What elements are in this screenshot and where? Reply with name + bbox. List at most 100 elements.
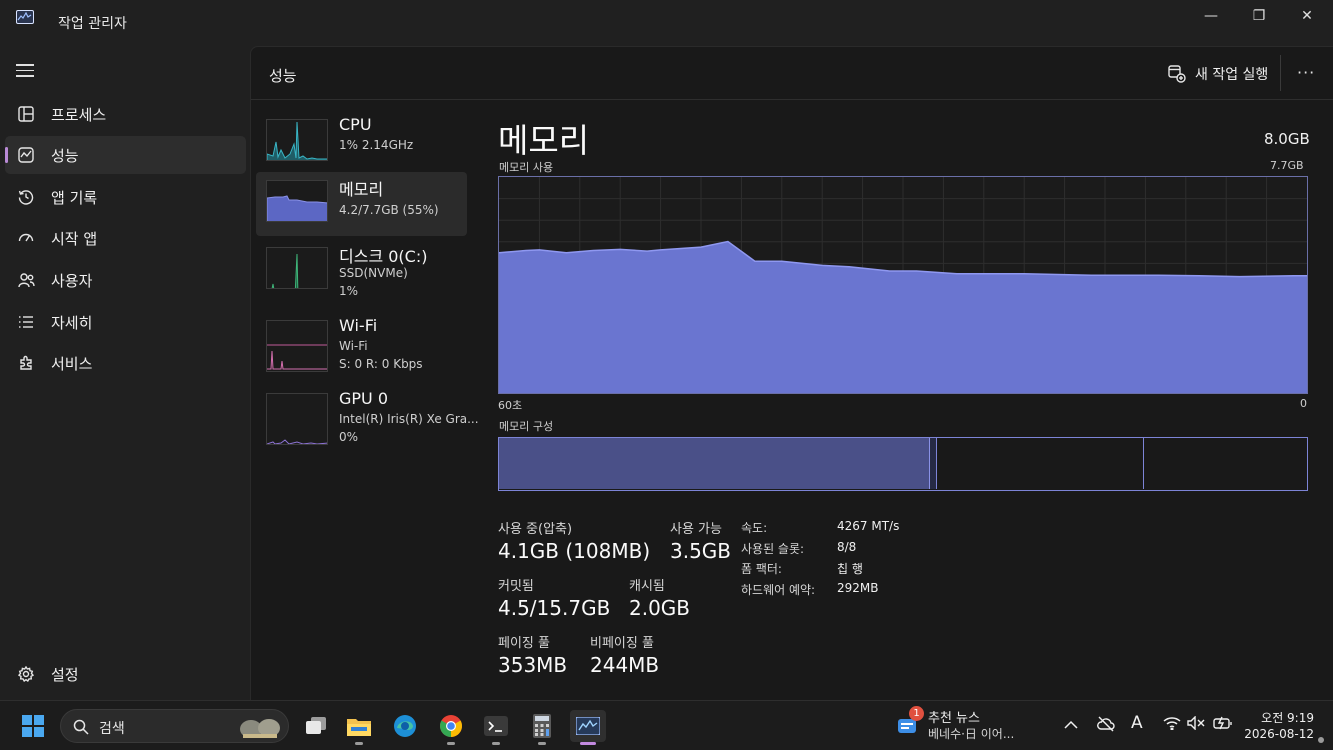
nav-item-services[interactable]: 서비스 bbox=[5, 344, 246, 382]
nav-item-performance[interactable]: 성능 bbox=[5, 136, 246, 174]
x-axis-right-label: 0 bbox=[1300, 397, 1307, 410]
title-bar: 작업 관리자 — ❐ ✕ bbox=[0, 0, 1333, 46]
minimize-button[interactable]: — bbox=[1188, 0, 1234, 32]
taskbar-chrome[interactable] bbox=[435, 710, 467, 745]
gear-icon bbox=[17, 665, 35, 683]
nav-item-processes[interactable]: 프로세스 bbox=[5, 95, 246, 133]
more-options-icon[interactable]: ··· bbox=[1297, 63, 1315, 82]
wifi-icon[interactable] bbox=[1163, 716, 1181, 734]
nav-item-settings[interactable]: 설정 bbox=[5, 656, 246, 692]
memory-usage-max: 7.7GB bbox=[1270, 159, 1304, 172]
taskbar-edge[interactable] bbox=[389, 710, 421, 742]
device-sub-disk-1: SSD(NVMe) bbox=[339, 266, 408, 280]
maximize-button[interactable]: ❐ bbox=[1236, 0, 1282, 32]
nav-label-performance: 성능 bbox=[51, 146, 79, 165]
notification-dot bbox=[1318, 737, 1324, 743]
in-use-value: 4.1GB (108MB) bbox=[498, 539, 651, 563]
task-manager-icon bbox=[576, 717, 600, 735]
news-badge: 1 bbox=[909, 706, 924, 721]
hamburger-menu-icon[interactable] bbox=[16, 64, 34, 78]
hardware-reserved-value: 292MB bbox=[837, 581, 879, 595]
run-new-task-button[interactable]: 새 작업 실행 bbox=[1168, 63, 1268, 85]
available-value: 3.5GB bbox=[670, 539, 732, 563]
committed-label: 커밋됨 bbox=[498, 579, 534, 594]
news-title[interactable]: 추천 뉴스 bbox=[928, 707, 980, 726]
clock-date[interactable]: 2026-08-12 bbox=[1240, 727, 1314, 741]
taskbar-calculator[interactable] bbox=[526, 710, 558, 745]
device-item-cpu[interactable]: CPU 1% 2.14GHz bbox=[256, 111, 467, 175]
device-item-wifi[interactable]: Wi-Fi Wi-Fi S: 0 R: 0 Kbps bbox=[256, 312, 467, 376]
window-title: 작업 관리자 bbox=[58, 16, 127, 32]
cached-value: 2.0GB bbox=[629, 596, 691, 620]
chrome-browser-icon bbox=[440, 715, 462, 737]
details-list-icon bbox=[17, 313, 35, 331]
nav-label-details: 자세히 bbox=[51, 313, 93, 332]
taskbar-file-explorer[interactable] bbox=[343, 710, 375, 745]
services-puzzle-icon bbox=[17, 354, 35, 372]
nonpaged-pool-value: 244MB bbox=[590, 653, 660, 677]
navigation-pane: 프로세스 성능 앱 기록 시작 앱 사용자 자세히 서비스 설정 bbox=[0, 46, 250, 700]
nav-label-settings: 설정 bbox=[51, 665, 79, 684]
calculator-icon bbox=[533, 714, 551, 738]
nonpaged-pool-label: 비페이징 풀 bbox=[590, 636, 654, 651]
memory-usage-graph bbox=[498, 176, 1308, 394]
news-subtitle[interactable]: 베네수·日 이어... bbox=[928, 725, 1014, 742]
memory-composition-label: 메모리 구성 bbox=[499, 420, 554, 433]
device-name-wifi: Wi-Fi bbox=[339, 316, 378, 335]
speed-key: 속도: bbox=[741, 521, 768, 535]
performance-chart-icon bbox=[17, 146, 35, 164]
ime-indicator[interactable]: A bbox=[1131, 713, 1143, 733]
nav-item-app-history[interactable]: 앱 기록 bbox=[5, 178, 246, 216]
memory-usage-label: 메모리 사용 bbox=[499, 161, 554, 174]
command-bar: 성능 새 작업 실행 ··· bbox=[251, 47, 1333, 100]
edge-browser-icon bbox=[394, 715, 416, 737]
nav-item-users[interactable]: 사용자 bbox=[5, 261, 246, 299]
slots-value: 8/8 bbox=[837, 540, 857, 554]
disk-thumbnail-graph bbox=[266, 247, 328, 289]
taskbar-terminal[interactable] bbox=[480, 710, 512, 745]
cloud-off-icon[interactable] bbox=[1097, 716, 1115, 736]
taskbar: 검색 1 추천 뉴스 베네수·日 이어... A 오전 9:19 2026-08… bbox=[0, 700, 1333, 750]
device-item-disk[interactable]: 디스크 0(C:) SSD(NVMe) 1% bbox=[256, 239, 467, 303]
clock-time[interactable]: 오전 9:19 bbox=[1252, 709, 1314, 726]
memory-total: 8.0GB bbox=[1264, 130, 1310, 148]
nav-label-users: 사용자 bbox=[51, 271, 93, 290]
tray-overflow-chevron-icon[interactable] bbox=[1064, 716, 1078, 734]
device-sub-memory-1: 4.2/7.7GB (55%) bbox=[339, 203, 439, 217]
form-factor-key: 폼 팩터: bbox=[741, 562, 782, 576]
start-button[interactable] bbox=[17, 710, 49, 742]
gpu-thumbnail-graph bbox=[266, 393, 328, 445]
paged-pool-label: 페이징 풀 bbox=[498, 636, 550, 651]
maximize-icon: ❐ bbox=[1252, 8, 1266, 24]
page-title: 성능 bbox=[269, 67, 297, 85]
device-sub-wifi-2: S: 0 R: 0 Kbps bbox=[339, 357, 423, 371]
cpu-thumbnail-graph bbox=[266, 119, 328, 161]
taskbar-search-box[interactable]: 검색 bbox=[60, 709, 289, 743]
task-view-button[interactable] bbox=[300, 710, 332, 742]
taskbar-task-manager[interactable] bbox=[570, 710, 606, 745]
nav-item-details[interactable]: 자세히 bbox=[5, 303, 246, 341]
device-sub-gpu-1: Intel(R) Iris(R) Xe Gra... bbox=[339, 412, 479, 426]
speaker-muted-icon[interactable] bbox=[1187, 715, 1205, 734]
slots-key: 사용된 슬롯: bbox=[741, 542, 805, 556]
x-axis-left-label: 60초 bbox=[498, 399, 523, 412]
device-item-memory[interactable]: 메모리 4.2/7.7GB (55%) bbox=[256, 172, 467, 236]
device-name-gpu: GPU 0 bbox=[339, 389, 389, 408]
nav-label-app-history: 앱 기록 bbox=[51, 188, 98, 207]
in-use-label: 사용 중(압축) bbox=[498, 522, 573, 537]
cached-label: 캐시됨 bbox=[629, 579, 665, 594]
close-icon: ✕ bbox=[1301, 8, 1313, 24]
device-sub-disk-2: 1% bbox=[339, 284, 359, 298]
nav-item-startup-apps[interactable]: 시작 앱 bbox=[5, 219, 246, 257]
device-item-gpu[interactable]: GPU 0 Intel(R) Iris(R) Xe Gra... 0% bbox=[256, 385, 479, 449]
run-new-task-label: 새 작업 실행 bbox=[1195, 67, 1269, 83]
device-name-disk: 디스크 0(C:) bbox=[339, 247, 428, 266]
device-name-memory: 메모리 bbox=[339, 180, 384, 199]
search-highlight-illustration-icon bbox=[240, 719, 280, 738]
command-bar-divider bbox=[1280, 55, 1281, 91]
device-sub-gpu-2: 0% bbox=[339, 430, 359, 444]
speed-value: 4267 MT/s bbox=[837, 519, 900, 533]
close-button[interactable]: ✕ bbox=[1284, 0, 1330, 32]
composition-modified bbox=[929, 438, 938, 489]
battery-charging-icon[interactable] bbox=[1213, 716, 1233, 734]
